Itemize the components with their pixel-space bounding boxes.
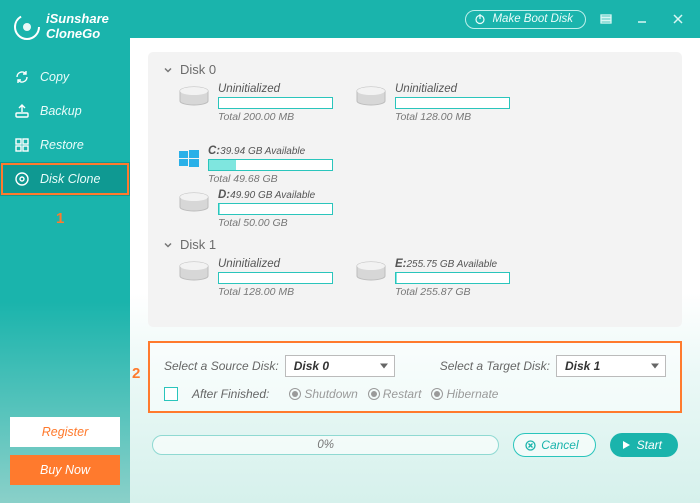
partition-total: Total 128.00 MB (395, 111, 510, 123)
source-disk-label: Select a Source Disk: (164, 359, 279, 373)
play-icon (620, 439, 632, 451)
minimize-button[interactable] (626, 7, 658, 31)
settings-button[interactable] (590, 7, 622, 31)
partition-total: Total 50.00 GB (218, 217, 333, 229)
start-button[interactable]: Start (610, 433, 678, 457)
radio-shutdown-label: Shutdown (304, 387, 357, 401)
sidebar-item-copy[interactable]: Copy (0, 60, 130, 94)
disk-selection-panel: 2 Select a Source Disk: Disk 0 Select a … (148, 341, 682, 413)
app-name-1: iSunshare (46, 12, 109, 27)
sidebar-item-disk-clone[interactable]: Disk Clone (0, 162, 130, 196)
buy-now-button[interactable]: Buy Now (10, 455, 120, 485)
titlebar: Make Boot Disk (130, 0, 700, 38)
make-boot-disk-button[interactable]: Make Boot Disk (465, 10, 586, 29)
chevron-down-icon (162, 239, 174, 251)
sidebar-label-restore: Restore (40, 138, 84, 152)
partition-title: C:39.94 GB Available (208, 145, 333, 157)
usage-bar (395, 272, 510, 284)
annotation-step-1: 1 (56, 210, 64, 227)
disk-list-panel: Disk 0UninitializedTotal 200.00 MBUninit… (148, 52, 682, 327)
usage-bar (208, 159, 333, 171)
partition-item[interactable]: Uninitialized Total 128.00 MB (178, 258, 333, 298)
sidebar-item-restore[interactable]: Restore (0, 128, 130, 162)
partition-title: E:255.75 GB Available (395, 258, 510, 270)
close-button[interactable] (662, 7, 694, 31)
cancel-icon (524, 439, 536, 451)
usage-bar (395, 97, 510, 109)
app-logo: iSunshare CloneGo (0, 0, 130, 60)
drive-icon (178, 192, 210, 214)
partition-item[interactable]: Uninitialized Total 128.00 MB (355, 83, 510, 123)
app-name-2: CloneGo (46, 27, 109, 42)
partition-total: Total 49.68 GB (208, 173, 333, 185)
target-disk-dropdown[interactable]: Disk 1 (556, 355, 666, 377)
drive-icon (178, 261, 210, 283)
restore-icon (14, 137, 30, 153)
chevron-down-icon (162, 64, 174, 76)
disk-group-label: Disk 1 (180, 237, 216, 252)
sidebar-label-backup: Backup (40, 104, 82, 118)
partition-item[interactable]: E:255.75 GB Available Total 255.87 GB (355, 258, 510, 298)
radio-shutdown[interactable] (289, 388, 301, 400)
make-boot-label: Make Boot Disk (492, 13, 573, 25)
drive-icon (355, 86, 387, 108)
logo-icon (14, 14, 40, 40)
upload-icon (14, 103, 30, 119)
progress-bar: 0% (152, 435, 499, 455)
start-label: Start (637, 438, 662, 452)
target-disk-label: Select a Target Disk: (440, 359, 550, 373)
register-button[interactable]: Register (10, 417, 120, 447)
partition-total: Total 255.87 GB (395, 286, 510, 298)
after-finished-label: After Finished: (192, 387, 269, 401)
disk-group-header[interactable]: Disk 0 (162, 58, 668, 83)
windows-icon (178, 148, 200, 170)
usage-bar (218, 272, 333, 284)
drive-icon (178, 86, 210, 108)
after-finished-checkbox[interactable] (164, 387, 178, 401)
partition-total: Total 128.00 MB (218, 286, 333, 298)
partition-total: Total 200.00 MB (218, 111, 333, 123)
main-area: Disk 0UninitializedTotal 200.00 MBUninit… (130, 38, 700, 503)
usage-bar (218, 97, 333, 109)
sidebar-label-disk-clone: Disk Clone (40, 172, 100, 186)
radio-restart[interactable] (368, 388, 380, 400)
source-disk-dropdown[interactable]: Disk 0 (285, 355, 395, 377)
sidebar-label-copy: Copy (40, 70, 69, 84)
disk-group-label: Disk 0 (180, 62, 216, 77)
partition-title: D:49.90 GB Available (218, 189, 333, 201)
partition-title: Uninitialized (218, 83, 333, 95)
partition-item[interactable]: C:39.94 GB Available Total 49.68 GB (178, 145, 333, 185)
sidebar-item-backup[interactable]: Backup (0, 94, 130, 128)
usage-bar (218, 203, 333, 215)
cancel-label: Cancel (541, 438, 578, 452)
annotation-step-2: 2 (132, 365, 140, 382)
disk-clone-icon (14, 171, 30, 187)
app-window: iSunshare CloneGo Copy Backup Restore Di… (0, 0, 700, 503)
radio-hibernate-label: Hibernate (446, 387, 498, 401)
drive-icon (355, 261, 387, 283)
radio-hibernate[interactable] (431, 388, 443, 400)
power-icon (474, 13, 486, 25)
partition-title: Uninitialized (218, 258, 333, 270)
radio-restart-label: Restart (383, 387, 422, 401)
partition-item[interactable]: D:49.90 GB Available Total 50.00 GB (178, 189, 333, 229)
partition-title: Uninitialized (395, 83, 510, 95)
cancel-button[interactable]: Cancel (513, 433, 595, 457)
sidebar: iSunshare CloneGo Copy Backup Restore Di… (0, 0, 130, 503)
refresh-icon (14, 69, 30, 85)
disk-group-header[interactable]: Disk 1 (162, 233, 668, 258)
bottom-actions: 0% Cancel Start (148, 433, 682, 457)
partition-item[interactable]: Uninitialized Total 200.00 MB (178, 83, 333, 123)
